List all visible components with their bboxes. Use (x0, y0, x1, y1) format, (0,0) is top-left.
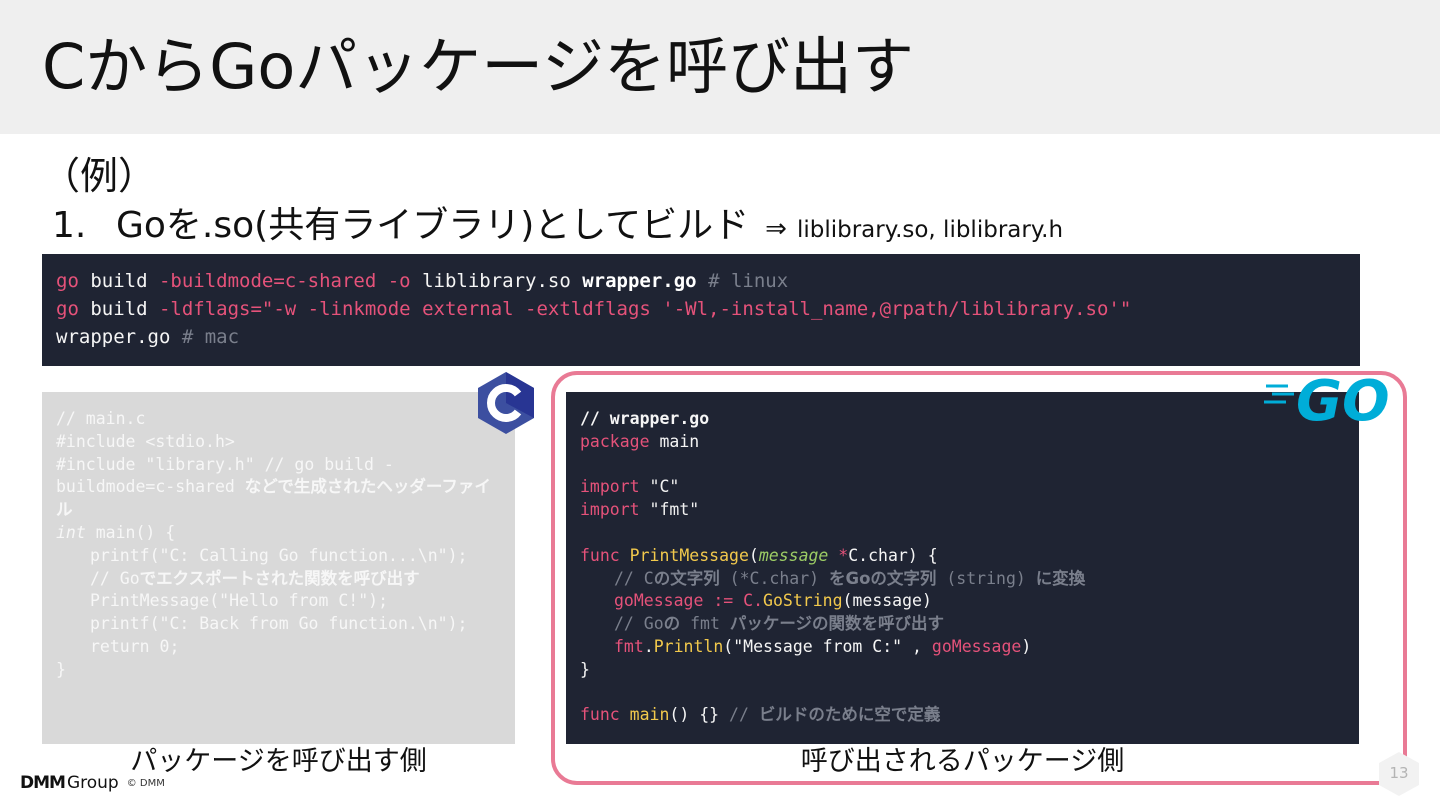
code-line: func PrintMessage(message *C.char) { (580, 545, 1345, 568)
code-line: import "fmt" (580, 499, 1345, 522)
code-line: return 0; (90, 636, 180, 656)
code-text: C.char) { (848, 545, 938, 565)
code-comment-jp: に変換 (1035, 568, 1086, 588)
code-line: import "C" (580, 476, 1345, 499)
code-comment-jp: ビルドのために空で定義 (758, 705, 941, 725)
brand-logo-dmm: DMM (20, 773, 66, 793)
code-text: () {} (669, 705, 730, 725)
c-code-block: // main.c #include <stdio.h> #include "l… (42, 392, 515, 744)
build-command-block: go build -buildmode=c-shared -o liblibra… (42, 254, 1360, 366)
code-line: #include "library.h" // go build -buildm… (56, 454, 501, 522)
code-var: goMessage (614, 591, 704, 611)
caption-callee-side: 呼び出されるパッケージ側 (800, 746, 1125, 777)
cmd-source: wrapper.go (56, 326, 171, 348)
cmd-keyword: go (56, 298, 79, 320)
code-keyword: func (580, 545, 620, 565)
code-keyword: int (56, 522, 86, 542)
cmd-comment: # mac (170, 326, 240, 348)
code-comment: // Go (90, 568, 140, 588)
code-line: } (580, 659, 590, 679)
cmd-text: build (78, 298, 159, 320)
code-text: fmt (614, 636, 644, 656)
code-comment: // (729, 705, 759, 725)
brand-logo-group: Group (66, 773, 119, 793)
code-function: PrintMessage (619, 545, 749, 565)
cmd-source: wrapper.go (582, 270, 697, 292)
code-comment: fmt (680, 614, 730, 634)
command-line-mac-cont: wrapper.go # mac (56, 323, 1346, 351)
code-line: #include <stdio.h> (56, 431, 235, 451)
code-text: C. (743, 591, 764, 611)
code-string: "C" (639, 477, 680, 497)
code-comment: // C (614, 568, 654, 588)
code-line: int main() { (56, 522, 501, 545)
code-var: goMessage (931, 636, 1022, 656)
code-keyword: func (580, 705, 620, 725)
code-text: main (649, 431, 700, 451)
code-text: (message) (842, 591, 932, 611)
code-line: // wrapper.go (580, 409, 710, 428)
code-text: . (643, 636, 654, 656)
step-1: 1. Goを.so(共有ライブラリ)としてビルド ⇒ liblibrary.so… (52, 200, 1063, 256)
code-line: PrintMessage("Hello from C!"); (90, 591, 389, 611)
slide-title: CからGoパッケージを呼び出す (42, 30, 915, 103)
code-function: GoString (763, 591, 843, 611)
cmd-output: liblibrary.so (410, 270, 583, 292)
code-text: ) (1021, 636, 1032, 656)
implies-arrow: ⇒ (765, 214, 787, 244)
brand-footer: DMM Group © DMM (20, 771, 165, 795)
page-number: 13 (1389, 764, 1409, 782)
code-text: main() { (85, 522, 176, 542)
code-comment-jp: でエクスポートされた関数を呼び出す (139, 568, 420, 588)
command-line-mac: go build -ldflags="-w -linkmode external… (56, 295, 1346, 323)
code-operator: := (703, 591, 744, 611)
code-line: printf("C: Back from Go function.\n"); (90, 614, 468, 634)
example-label: （例） (42, 154, 157, 198)
code-line: // Goでエクスポートされた関数を呼び出す (56, 568, 501, 591)
go-language-icon: GO (1264, 372, 1390, 426)
cmd-flags: -ldflags="-w -linkmode external -extldfl… (158, 298, 1132, 320)
code-operator: * (828, 545, 849, 565)
command-line-linux: go build -buildmode=c-shared -o liblibra… (56, 267, 1346, 295)
code-function: main (619, 705, 670, 725)
code-string: "fmt" (639, 500, 700, 520)
step-number: 1. (52, 205, 87, 246)
cmd-keyword: go (56, 270, 79, 292)
go-code-block: // wrapper.go package main import "C" im… (566, 392, 1359, 744)
cmd-comment: # linux (696, 270, 789, 292)
step-text: Goを.so(共有ライブラリ)としてビルド (116, 205, 750, 246)
cmd-flags: -buildmode=c-shared -o (158, 270, 411, 292)
code-comment-jp: の (663, 614, 681, 634)
code-function: Println (653, 636, 724, 656)
code-text: ( (748, 545, 759, 565)
code-keyword: import (580, 500, 640, 520)
code-line: // Cの文字列 (*C.char) をGoの文字列 (string) に変換 (580, 568, 1345, 591)
code-line: goMessage := C.GoString(message) (580, 590, 1345, 613)
c-language-icon (478, 372, 534, 434)
code-line: printf("C: Calling Go function...\n"); (90, 545, 468, 565)
code-keyword: import (580, 477, 640, 497)
code-comment-jp: の文字列 (653, 568, 720, 588)
copyright-text: © DMM (126, 777, 165, 789)
code-comment-jp: パッケージの関数を呼び出す (729, 614, 945, 634)
code-line: package main (580, 431, 1345, 454)
code-comment: (*C.char) (719, 568, 830, 588)
step-result: liblibrary.so, liblibrary.h (796, 217, 1064, 243)
code-line: } (56, 659, 66, 679)
code-line: // Goの fmt パッケージの関数を呼び出す (580, 613, 1345, 636)
code-line: func main() {} // ビルドのために空で定義 (580, 704, 1345, 727)
code-comment-jp: をGoの文字列 (829, 568, 937, 588)
code-comment: // Go (614, 614, 664, 634)
go-logo-text: GO (1296, 372, 1390, 426)
cmd-text: build (78, 270, 159, 292)
code-string: ("Message from C:" , (723, 636, 932, 656)
code-keyword: package (580, 431, 650, 451)
code-line: fmt.Println("Message from C:" , goMessag… (580, 636, 1345, 659)
code-line: // main.c (56, 409, 146, 428)
code-param: message (758, 545, 829, 565)
code-comment: (string) (936, 568, 1036, 588)
